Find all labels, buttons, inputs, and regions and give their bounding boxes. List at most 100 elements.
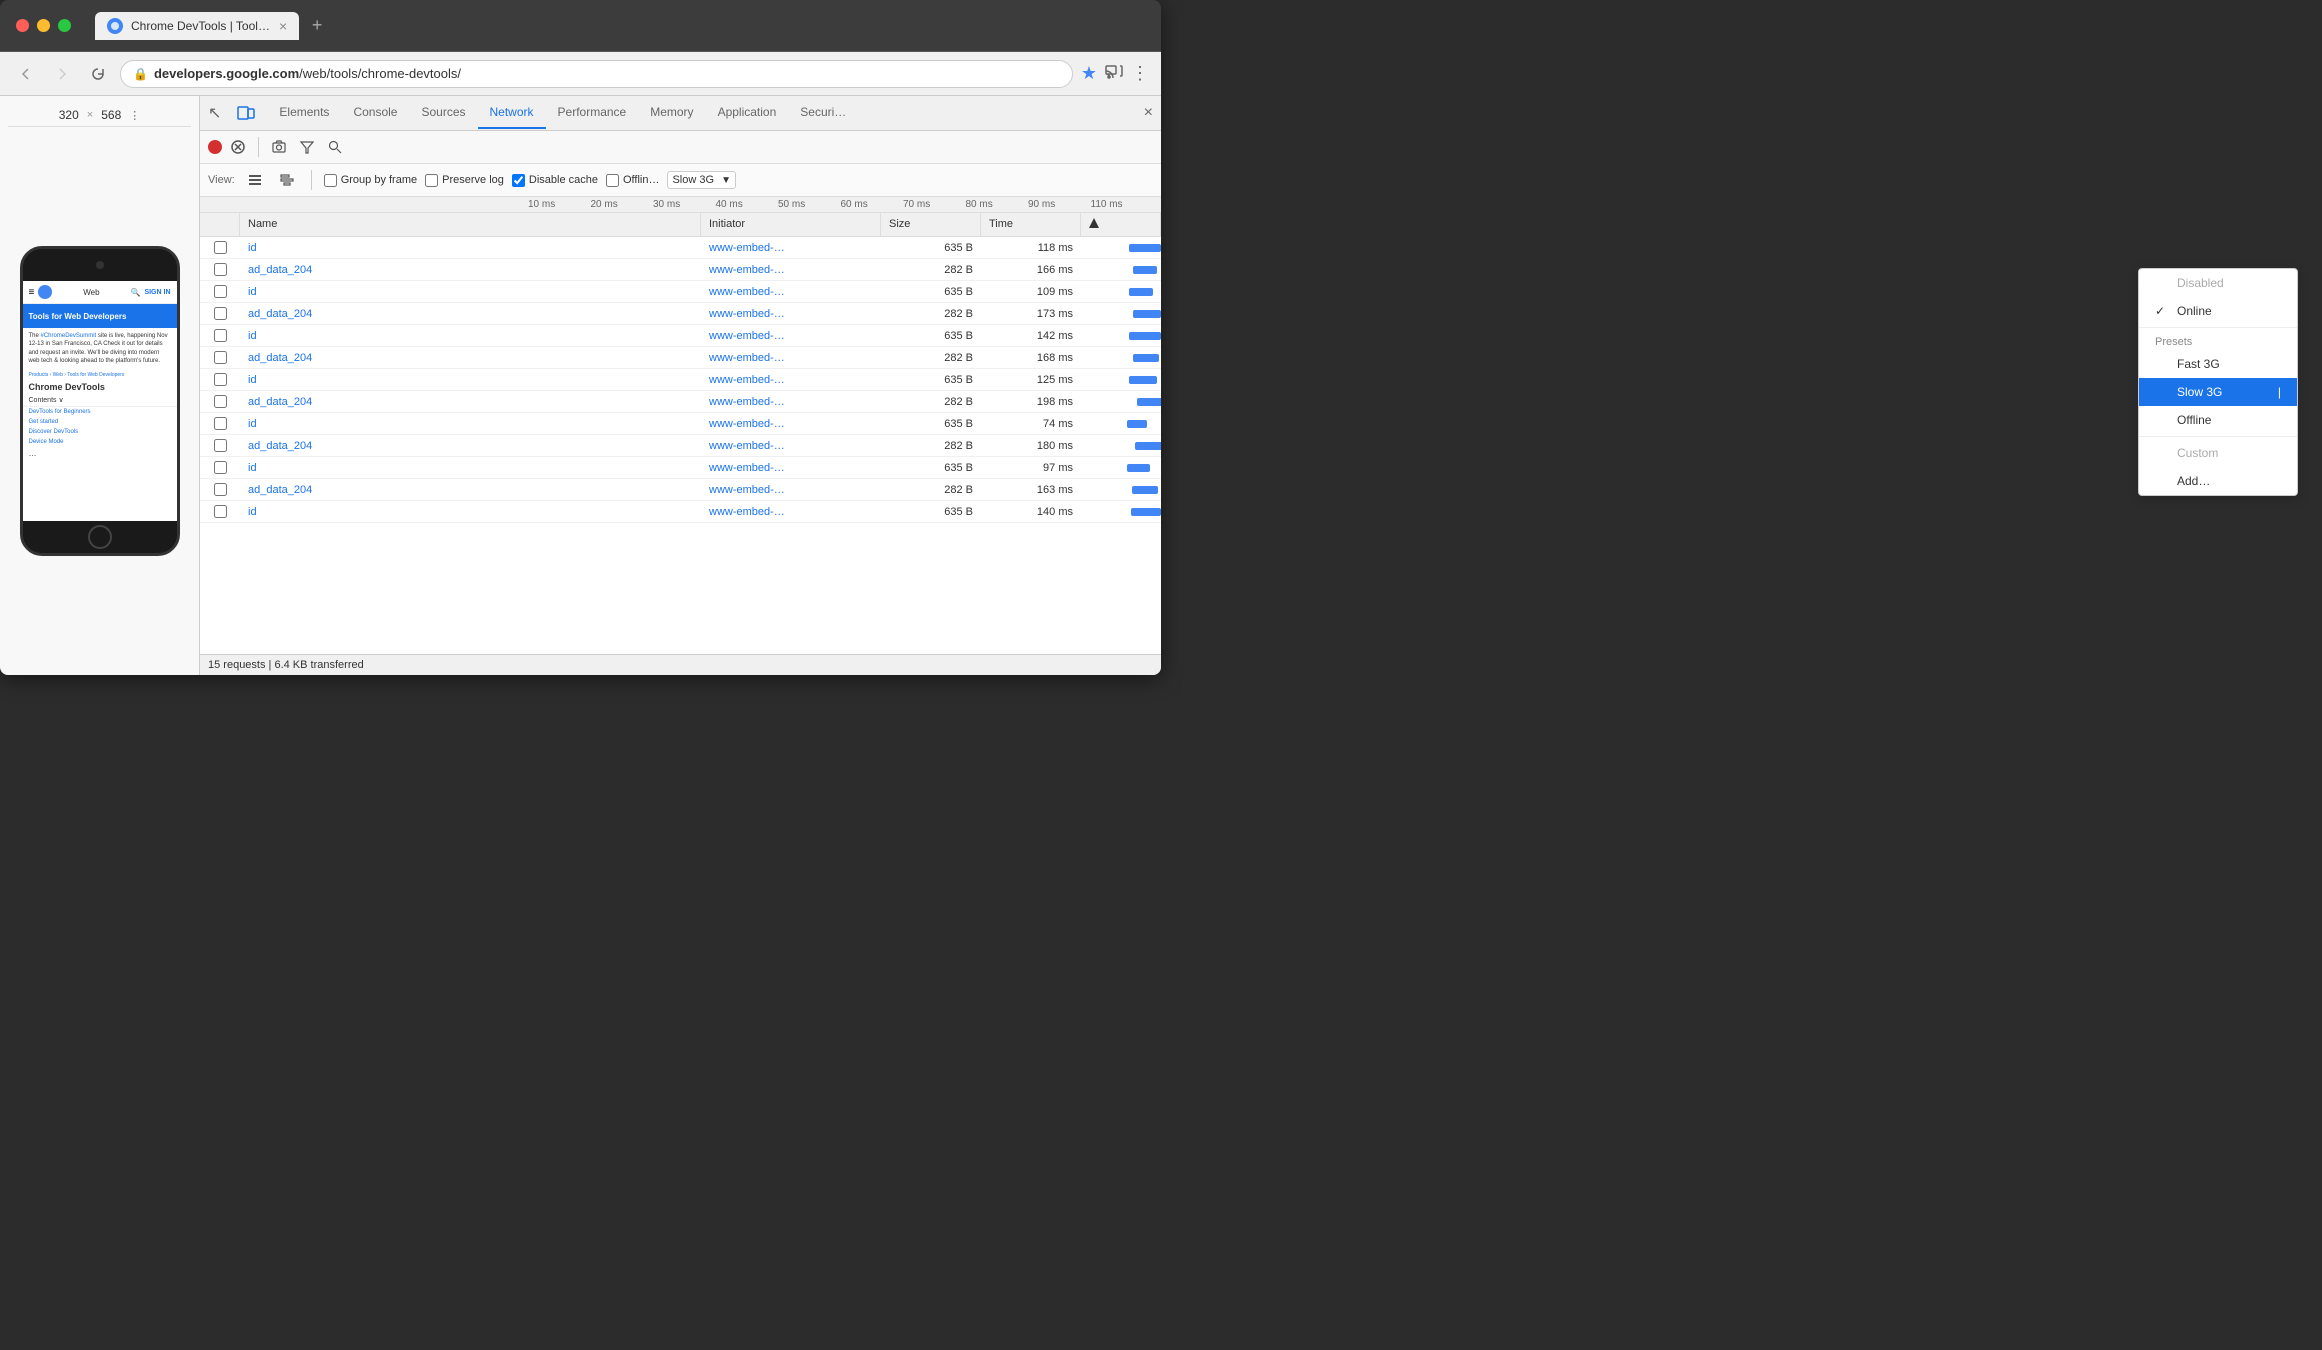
table-row[interactable]: ad_data_204 www-embed-… 282 B 180 ms: [200, 435, 1161, 457]
row-checkbox-10[interactable]: [200, 457, 240, 478]
browser-tab[interactable]: Chrome DevTools | Tools for W ×: [95, 12, 299, 40]
camera-button[interactable]: [267, 135, 291, 159]
refresh-button[interactable]: [84, 60, 112, 88]
tab-application[interactable]: Application: [706, 97, 789, 129]
header-name[interactable]: Name: [240, 213, 701, 236]
minimize-button[interactable]: [37, 19, 50, 32]
group-by-frame-checkbox[interactable]: [324, 174, 337, 187]
back-button[interactable]: [12, 60, 40, 88]
row-checkbox-9[interactable]: [200, 435, 240, 456]
dropdown-slow3g[interactable]: Slow 3G |: [2139, 378, 2297, 406]
tab-performance[interactable]: Performance: [546, 97, 639, 129]
throttle-select[interactable]: Slow 3G ▼: [667, 171, 736, 189]
header-size[interactable]: Size: [881, 213, 981, 236]
table-row[interactable]: id www-embed-… 635 B 118 ms: [200, 237, 1161, 259]
browser-menu-icon[interactable]: ⋮: [1131, 63, 1149, 84]
row-checkbox-12[interactable]: [200, 501, 240, 522]
dropdown-add[interactable]: Add…: [2139, 467, 2297, 495]
phone-link-beginners[interactable]: DevTools for Beginners: [23, 407, 177, 417]
row-checkbox-input-8[interactable]: [214, 417, 227, 430]
row-checkbox-5[interactable]: [200, 347, 240, 368]
devtools-inspect-icon[interactable]: ↖: [200, 103, 229, 123]
new-tab-button[interactable]: +: [303, 12, 331, 40]
row-checkbox-input-3[interactable]: [214, 307, 227, 320]
address-bar[interactable]: 🔒 developers.google.com/web/tools/chrome…: [120, 60, 1073, 88]
row-checkbox-input-7[interactable]: [214, 395, 227, 408]
row-checkbox-input-10[interactable]: [214, 461, 227, 474]
tab-close-button[interactable]: ×: [279, 18, 287, 34]
dropdown-offline[interactable]: Offline: [2139, 406, 2297, 434]
tab-network[interactable]: Network: [478, 97, 546, 129]
tab-sources[interactable]: Sources: [409, 97, 477, 129]
phone-contents-section[interactable]: Contents ∨: [23, 394, 177, 407]
row-checkbox-0[interactable]: [200, 237, 240, 258]
dropdown-online[interactable]: ✓ Online: [2139, 297, 2297, 325]
tab-console[interactable]: Console: [341, 97, 409, 129]
row-checkbox-input-2[interactable]: [214, 285, 227, 298]
preserve-log-label[interactable]: Preserve log: [425, 174, 504, 187]
stop-recording-button[interactable]: [226, 135, 250, 159]
table-row[interactable]: id www-embed-… 635 B 109 ms: [200, 281, 1161, 303]
filter-button[interactable]: [295, 135, 319, 159]
phone-link-discover[interactable]: Discover DevTools: [23, 427, 177, 437]
table-row[interactable]: ad_data_204 www-embed-… 282 B 168 ms: [200, 347, 1161, 369]
search-button[interactable]: [323, 135, 347, 159]
dropdown-fast3g[interactable]: Fast 3G: [2139, 350, 2297, 378]
table-row[interactable]: id www-embed-… 635 B 142 ms: [200, 325, 1161, 347]
devtools-close-button[interactable]: ×: [1136, 96, 1161, 130]
row-checkbox-input-0[interactable]: [214, 241, 227, 254]
cast-icon[interactable]: [1105, 62, 1123, 85]
table-row[interactable]: ad_data_204 www-embed-… 282 B 166 ms: [200, 259, 1161, 281]
phone-link-device[interactable]: Device Mode: [23, 437, 177, 447]
list-view-button[interactable]: [243, 168, 267, 192]
row-checkbox-input-4[interactable]: [214, 329, 227, 342]
table-row[interactable]: id www-embed-… 635 B 74 ms: [200, 413, 1161, 435]
record-button[interactable]: [208, 140, 222, 154]
row-checkbox-input-5[interactable]: [214, 351, 227, 364]
row-checkbox-input-6[interactable]: [214, 373, 227, 386]
disable-cache-checkbox[interactable]: [512, 174, 525, 187]
phone-sign-in-button[interactable]: SIGN IN: [144, 289, 170, 296]
header-waterfall[interactable]: [1081, 213, 1161, 236]
preserve-log-checkbox[interactable]: [425, 174, 438, 187]
phone-home-button[interactable]: [88, 525, 112, 549]
row-checkbox-2[interactable]: [200, 281, 240, 302]
row-checkbox-7[interactable]: [200, 391, 240, 412]
dropdown-custom[interactable]: Custom: [2139, 439, 2297, 467]
waterfall-view-button[interactable]: [275, 168, 299, 192]
row-checkbox-6[interactable]: [200, 369, 240, 390]
row-checkbox-8[interactable]: [200, 413, 240, 434]
bookmark-icon[interactable]: ★: [1081, 63, 1097, 84]
device-more-icon[interactable]: ⋮: [129, 109, 140, 122]
disable-cache-label[interactable]: Disable cache: [512, 174, 598, 187]
dropdown-disabled[interactable]: Disabled: [2139, 269, 2297, 297]
tab-security[interactable]: Securi…: [788, 97, 858, 129]
header-initiator[interactable]: Initiator: [701, 213, 881, 236]
table-row[interactable]: ad_data_204 www-embed-… 282 B 163 ms: [200, 479, 1161, 501]
group-by-frame-label[interactable]: Group by frame: [324, 174, 417, 187]
forward-button[interactable]: [48, 60, 76, 88]
offline-label[interactable]: Offlin…: [606, 174, 659, 187]
table-row[interactable]: ad_data_204 www-embed-… 282 B 173 ms: [200, 303, 1161, 325]
tab-memory[interactable]: Memory: [638, 97, 705, 129]
row-checkbox-input-11[interactable]: [214, 483, 227, 496]
row-checkbox-3[interactable]: [200, 303, 240, 324]
row-checkbox-11[interactable]: [200, 479, 240, 500]
header-time[interactable]: Time: [981, 213, 1081, 236]
table-row[interactable]: id www-embed-… 635 B 97 ms: [200, 457, 1161, 479]
row-checkbox-input-1[interactable]: [214, 263, 227, 276]
devtools-device-icon[interactable]: [229, 104, 263, 122]
maximize-button[interactable]: [58, 19, 71, 32]
row-checkbox-4[interactable]: [200, 325, 240, 346]
close-button[interactable]: [16, 19, 29, 32]
phone-chromesummit-link[interactable]: #ChromeDevSummit: [41, 333, 97, 339]
table-row[interactable]: ad_data_204 www-embed-… 282 B 198 ms: [200, 391, 1161, 413]
row-checkbox-input-12[interactable]: [214, 505, 227, 518]
row-checkbox-input-9[interactable]: [214, 439, 227, 452]
tab-elements[interactable]: Elements: [267, 97, 341, 129]
table-row[interactable]: id www-embed-… 635 B 125 ms: [200, 369, 1161, 391]
phone-link-started[interactable]: Get started: [23, 417, 177, 427]
offline-checkbox[interactable]: [606, 174, 619, 187]
table-row[interactable]: id www-embed-… 635 B 140 ms: [200, 501, 1161, 523]
row-checkbox-1[interactable]: [200, 259, 240, 280]
